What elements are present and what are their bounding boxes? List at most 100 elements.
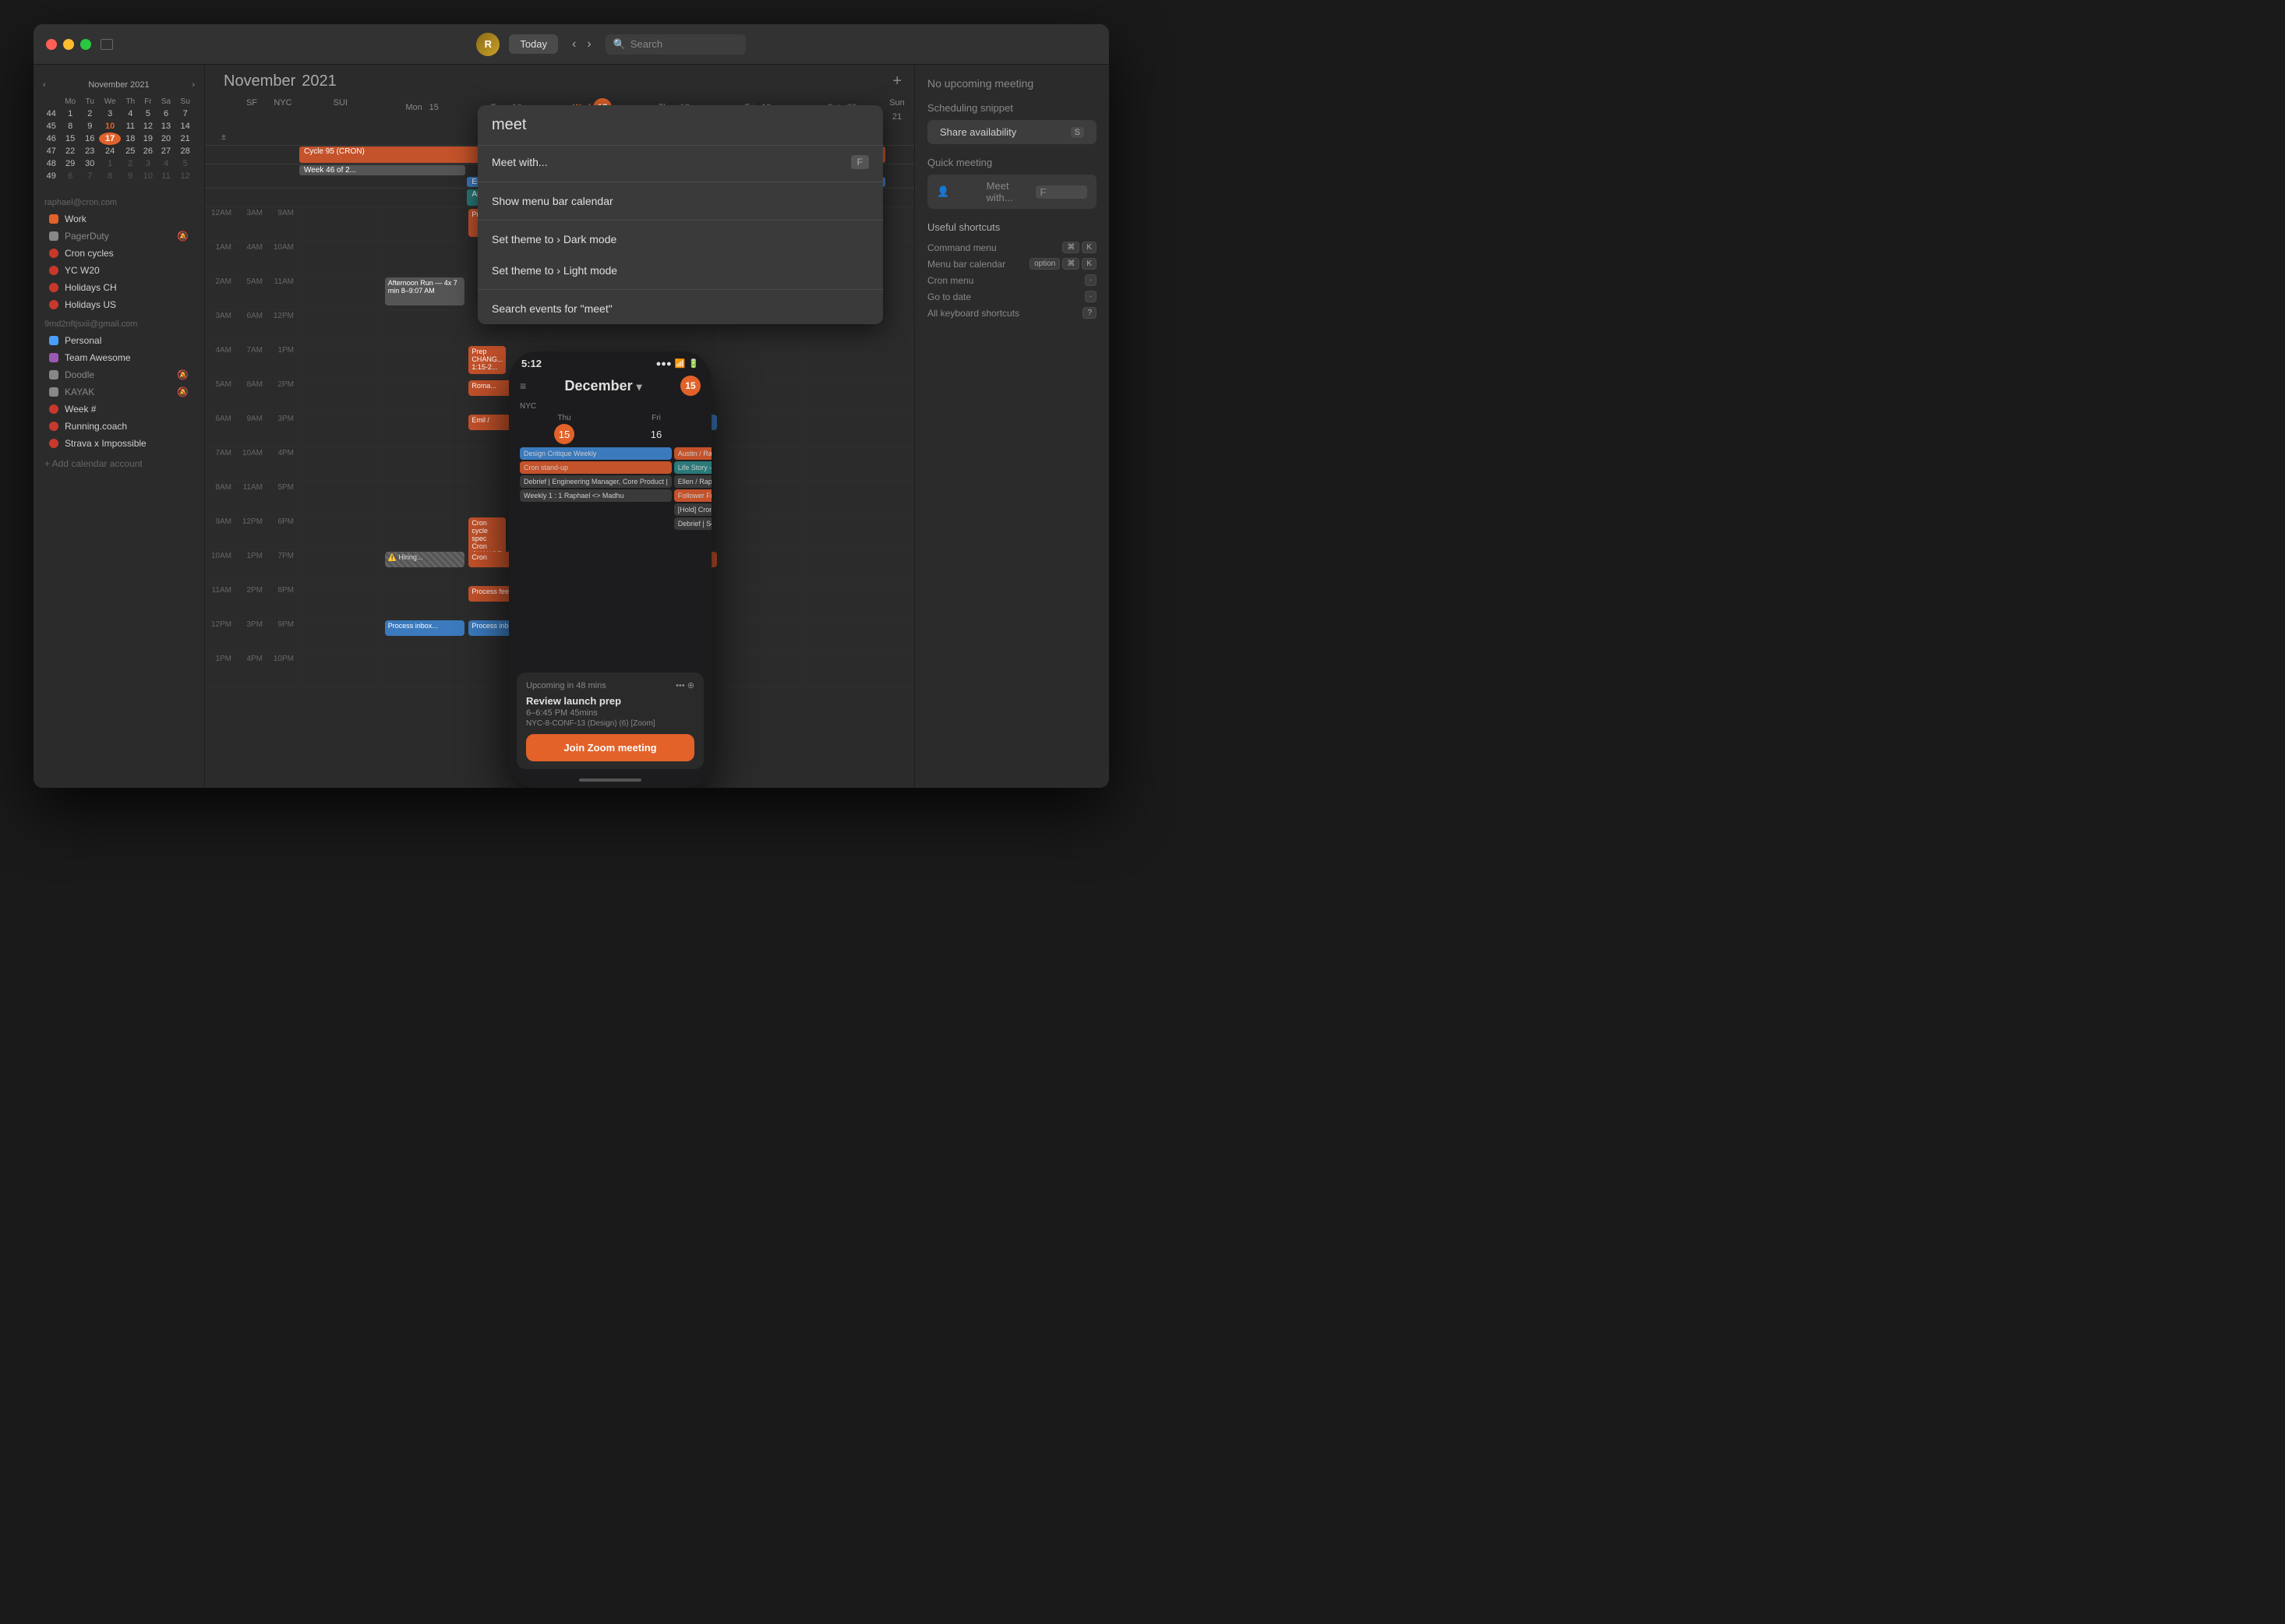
- phone-thu-events: Design Critique Weekly Cron stand-up Deb…: [520, 447, 672, 669]
- today-button[interactable]: Today: [509, 34, 558, 54]
- sidebar-toggle[interactable]: [101, 39, 113, 50]
- phone-event-ellen[interactable]: Ellen / Raphael 1: [674, 475, 712, 488]
- phone-date-badge: 15: [680, 376, 701, 396]
- snippet-title: Scheduling snippet: [927, 102, 1097, 114]
- meet-input[interactable]: 👤 Meet with... F: [927, 175, 1097, 209]
- search-bar[interactable]: 🔍 Search: [606, 34, 746, 55]
- col-extra: ±: [211, 129, 236, 145]
- sidebar-item-week-label: Week #: [65, 404, 189, 415]
- yc-dot: [49, 266, 58, 275]
- event-process-inbox-wed[interactable]: Process inbox...: [385, 620, 465, 636]
- phone-join-button[interactable]: Join Zoom meeting: [526, 734, 694, 761]
- allday-week46[interactable]: Week 46 of 2...: [299, 165, 465, 175]
- col-sf: SF: [236, 95, 267, 129]
- sidebar-item-team-awesome-label: Team Awesome: [65, 352, 189, 363]
- search-icon: 🔍: [613, 38, 626, 51]
- sidebar-item-running[interactable]: Running.coach: [38, 418, 200, 435]
- phone-event-debrief-sw[interactable]: Debrief | Software Engineer, Calendar In…: [674, 517, 712, 530]
- sidebar-item-strava[interactable]: Strava x Impossible: [38, 435, 200, 452]
- col-nyc: NYC: [267, 95, 298, 129]
- mini-cal-title: November 2021: [88, 80, 149, 90]
- search-dropdown: Meet with... F Show menu bar calendar Se…: [478, 105, 883, 324]
- event-afternoon-run[interactable]: Afternoon Run — 4x 7 min 8–9:07 AM: [385, 277, 465, 305]
- sidebar-item-kayak[interactable]: KAYAK 🔕: [38, 383, 200, 401]
- shortcut-menu-bar: Menu bar calendar option ⌘ K: [927, 256, 1097, 272]
- sidebar-item-holidays-ch[interactable]: Holidays CH: [38, 279, 200, 296]
- phone-upcoming-bar: Upcoming in 48 mins ••• ⊕ Review launch …: [517, 673, 704, 769]
- phone-event-debrief-eng[interactable]: Debrief | Engineering Manager, Core Prod…: [520, 475, 672, 488]
- cal-month-title: November2021: [217, 72, 337, 90]
- col-sui: SUI: [298, 95, 383, 129]
- phone-status-bar: 5:12 ●●● 📶 🔋: [509, 351, 712, 372]
- phone-fri-events: Austin / Raphael 1:1 Life Story — MJ / K…: [674, 447, 712, 669]
- minimize-button[interactable]: [63, 39, 74, 50]
- app-window: R Today ‹ › 🔍 Search ‹ November 2021 ›: [34, 24, 1109, 788]
- mini-cal-next[interactable]: ›: [192, 80, 195, 90]
- phone-mockup: 5:12 ●●● 📶 🔋 ≡ December ▾ 15: [509, 351, 712, 788]
- search-result-meet-with[interactable]: Meet with... F: [478, 146, 883, 178]
- col-sun21: Sun 21: [886, 95, 908, 129]
- sidebar-item-yc[interactable]: YC W20: [38, 262, 200, 279]
- shortcut-go-to-date: Go to date ·: [927, 288, 1097, 305]
- account2-label: 9md2nftjsxii@gmail.com: [34, 313, 204, 332]
- work-color-dot: [49, 214, 58, 224]
- search-result-menu-bar[interactable]: Show menu bar calendar: [478, 185, 883, 217]
- share-availability-button[interactable]: Share availability S: [927, 120, 1097, 144]
- phone-events-grid: Design Critique Weekly Cron stand-up Deb…: [509, 447, 712, 669]
- holidays-us-dot: [49, 300, 58, 309]
- close-button[interactable]: [46, 39, 57, 50]
- shortcut-all-keyboard: All keyboard shortcuts ?: [927, 305, 1097, 321]
- hamburger-icon[interactable]: ≡: [520, 380, 526, 392]
- nav-buttons: ‹ ›: [567, 34, 596, 55]
- cal-header: November2021 +: [205, 65, 914, 95]
- sidebar-item-team-awesome[interactable]: Team Awesome: [38, 349, 200, 366]
- search-result-dark-mode[interactable]: Set theme to › Dark mode: [478, 224, 883, 255]
- upcoming-label: No upcoming meeting: [927, 77, 1097, 90]
- phone-event-life-story[interactable]: Life Story — MJ / Karlstrom — Raphael 1: [674, 461, 712, 474]
- phone-event-cron-standup[interactable]: Cron stand-up: [520, 461, 672, 474]
- prev-button[interactable]: ‹: [567, 34, 581, 55]
- quick-meeting-section: Quick meeting 👤 Meet with... F: [927, 157, 1097, 209]
- sidebar-item-strava-label: Strava x Impossible: [65, 438, 189, 449]
- doodle-dot: [49, 370, 58, 380]
- next-button[interactable]: ›: [582, 34, 595, 55]
- mini-cal-prev[interactable]: ‹: [43, 80, 46, 90]
- search-input[interactable]: [492, 116, 869, 134]
- holidays-ch-dot: [49, 283, 58, 292]
- sidebar-item-holidays-us[interactable]: Holidays US: [38, 296, 200, 313]
- account1-label: raphael@cron.com: [34, 192, 204, 210]
- phone-event-design-critique[interactable]: Design Critique Weekly: [520, 447, 672, 460]
- sidebar-item-doodle-label: Doodle: [65, 369, 171, 380]
- col-mon15: Mon 15: [383, 95, 467, 129]
- mute-icon: 🔕: [177, 231, 189, 242]
- sidebar-item-pagerduty[interactable]: PagerDuty 🔕: [38, 228, 200, 245]
- phone-event-hold-cron[interactable]: [Hold] Cron Integration Update Async: [674, 503, 712, 516]
- add-event-button[interactable]: +: [892, 72, 902, 90]
- sidebar-item-cron-cycles[interactable]: Cron cycles: [38, 245, 200, 262]
- title-bar-center: R Today ‹ › 🔍 Search: [125, 33, 1097, 56]
- kayak-dot: [49, 387, 58, 397]
- sidebar: ‹ November 2021 › Mo Tu We Th Fr Sa: [34, 65, 205, 788]
- phone-event-weekly-1on1[interactable]: Weekly 1 : 1 Raphael <> Madhu: [520, 489, 672, 502]
- phone-event-follower-friday[interactable]: Follower Friday: [674, 489, 712, 502]
- sidebar-item-doodle[interactable]: Doodle 🔕: [38, 366, 200, 383]
- personal-dot: [49, 336, 58, 345]
- sidebar-item-pagerduty-label: PagerDuty: [65, 231, 171, 242]
- meet-with-placeholder: Meet with...: [987, 180, 1030, 203]
- add-account-button[interactable]: + Add calendar account: [34, 452, 204, 475]
- search-result-search-events[interactable]: Search events for "meet": [478, 293, 883, 324]
- event-prep-change[interactable]: Prep CHANG... 1:15-2...: [468, 346, 506, 374]
- sidebar-item-work[interactable]: Work: [38, 210, 200, 228]
- phone-header: ≡ December ▾ 15: [509, 372, 712, 401]
- mini-cal-grid: Mo Tu We Th Fr Sa Su 44 1234567: [43, 96, 195, 182]
- phone-tz: NYC: [520, 402, 536, 411]
- sidebar-item-week[interactable]: Week #: [38, 401, 200, 418]
- search-result-light-mode[interactable]: Set theme to › Light mode: [478, 255, 883, 286]
- strava-dot: [49, 439, 58, 448]
- sidebar-item-personal[interactable]: Personal: [38, 332, 200, 349]
- sidebar-item-kayak-label: KAYAK: [65, 387, 171, 397]
- event-hiring[interactable]: ⚠️ Hiring...: [385, 552, 465, 567]
- sidebar-item-yc-label: YC W20: [65, 265, 189, 276]
- maximize-button[interactable]: [80, 39, 91, 50]
- phone-event-austin[interactable]: Austin / Raphael 1:1: [674, 447, 712, 460]
